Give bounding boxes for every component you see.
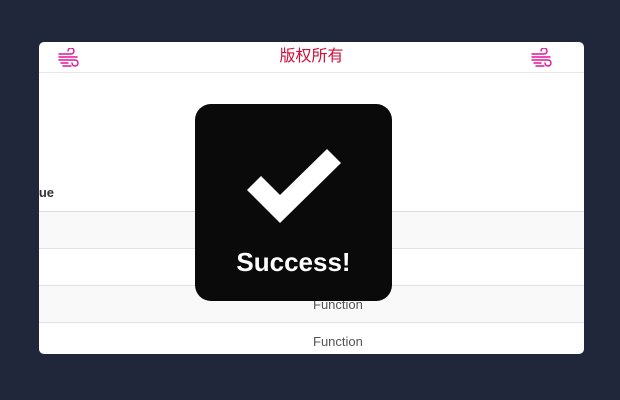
header-bar: 版权所有	[39, 42, 584, 73]
type-cell: Function	[313, 334, 363, 349]
wind-icon[interactable]	[530, 47, 554, 68]
success-toast: Success!	[195, 104, 392, 301]
checkmark-icon	[247, 149, 341, 223]
page-title: 版权所有	[279, 48, 344, 65]
column-header-value: alue	[39, 185, 55, 200]
table-row: Function	[39, 323, 584, 354]
toast-message: Success!	[236, 247, 351, 277]
